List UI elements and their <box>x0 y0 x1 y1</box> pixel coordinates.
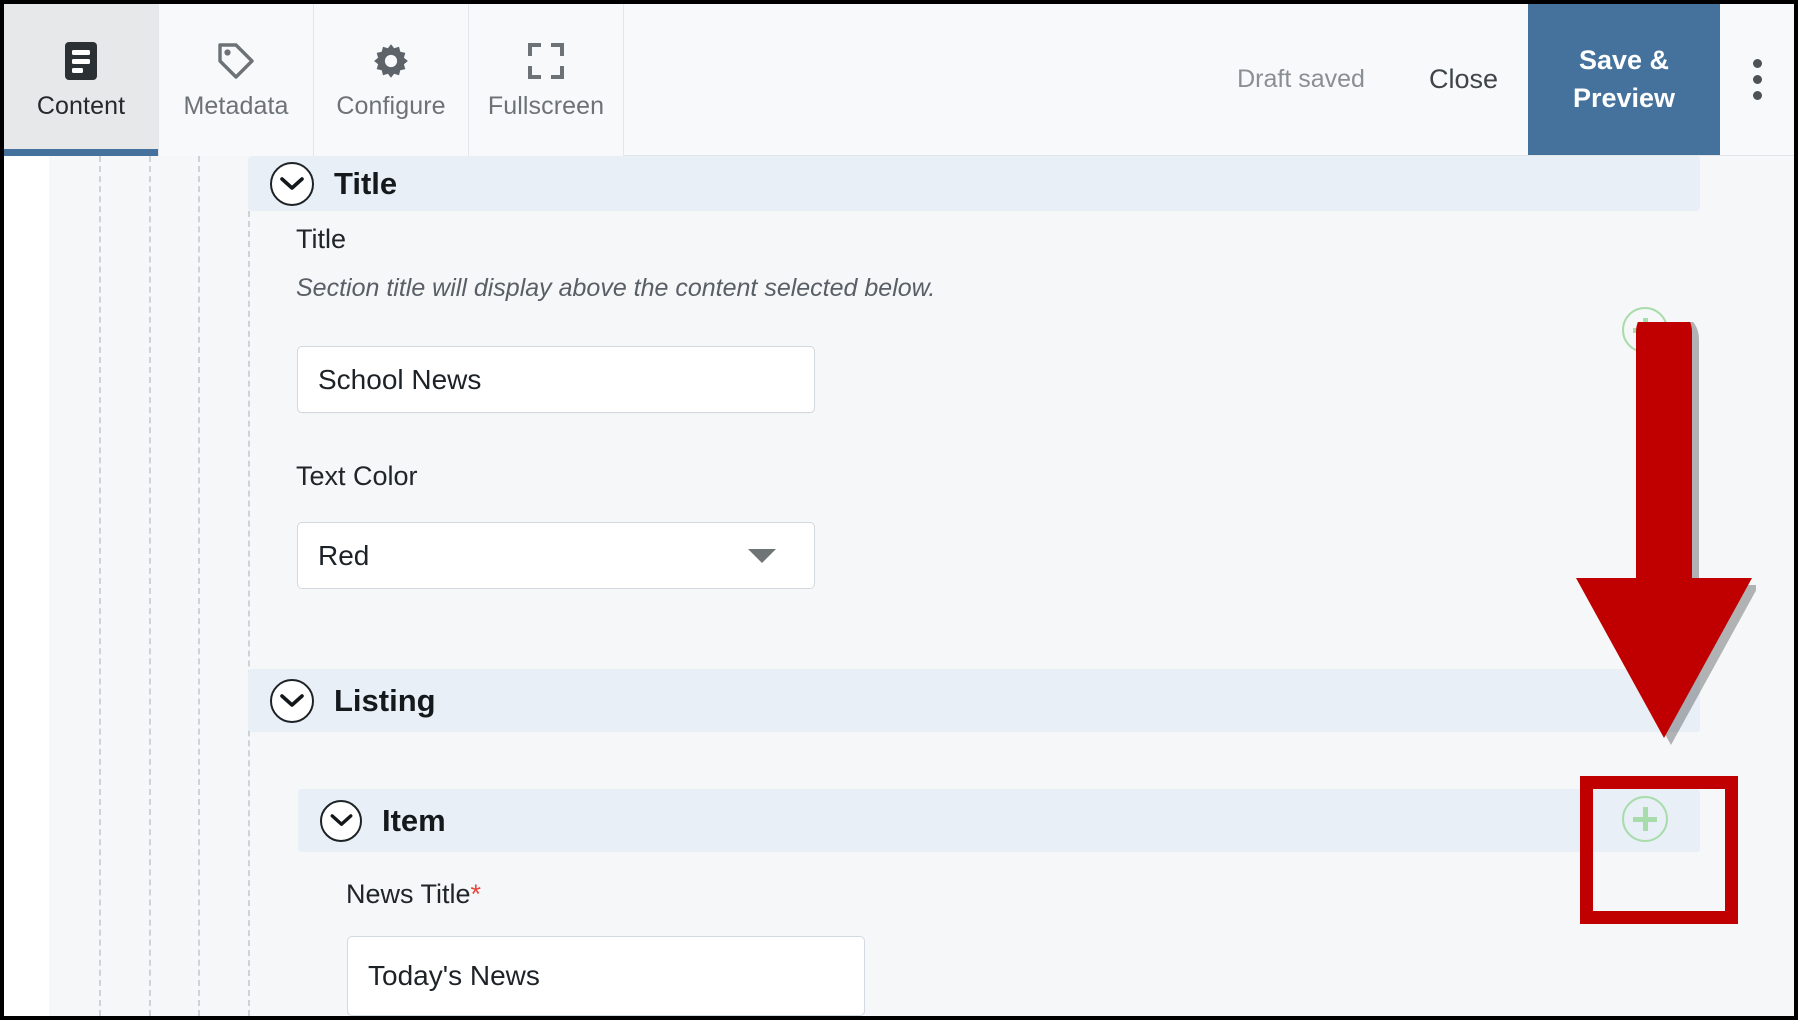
draft-status: Draft saved <box>1237 65 1365 93</box>
section-title-label: Listing <box>334 682 436 718</box>
indent-guide <box>149 156 151 1016</box>
form-canvas: Title Title Section title will display a… <box>4 156 1794 1016</box>
tab-fullscreen-label: Fullscreen <box>487 91 605 120</box>
chevron-down-icon <box>748 548 776 563</box>
news-title-label-text: News Title <box>346 879 471 909</box>
tab-configure[interactable]: Configure <box>314 4 469 156</box>
text-color-value: Red <box>318 539 370 571</box>
title-field-label: Title <box>296 224 347 254</box>
indent-guide <box>248 211 250 1016</box>
section-header-listing[interactable]: Listing <box>248 669 1700 732</box>
news-title-input[interactable]: Today's News <box>347 936 865 1016</box>
tab-content[interactable]: Content <box>4 4 159 157</box>
text-color-select[interactable]: Red <box>297 522 815 589</box>
tab-metadata-label: Metadata <box>183 91 289 120</box>
tab-metadata[interactable]: Metadata <box>159 4 314 156</box>
title-field-help: Section title will display above the con… <box>296 274 936 302</box>
document-icon <box>64 40 98 82</box>
kebab-dots <box>1752 56 1762 104</box>
fullscreen-icon <box>527 40 565 82</box>
collapse-toggle-listing[interactable] <box>270 678 314 723</box>
section-header-title[interactable]: Title <box>248 156 1700 211</box>
add-item-plus-button[interactable] <box>1622 796 1668 842</box>
collapse-toggle-item[interactable] <box>320 799 362 842</box>
required-marker: * <box>470 879 482 909</box>
section-title-label: Item <box>382 802 446 838</box>
tab-fullscreen[interactable]: Fullscreen <box>469 4 624 156</box>
editor-window: Content Metadata Configure Fullscreen Dr… <box>0 0 1798 1020</box>
save-and-preview-button[interactable]: Save & Preview <box>1528 4 1720 155</box>
close-button[interactable]: Close <box>1399 4 1528 155</box>
news-title-label: News Title* <box>346 879 481 910</box>
kebab-menu-icon[interactable] <box>1720 4 1794 155</box>
indent-guide <box>99 156 101 1016</box>
top-toolbar: Content Metadata Configure Fullscreen Dr… <box>4 4 1794 157</box>
indent-guide <box>198 156 200 1016</box>
section-title-label: Title <box>334 165 398 201</box>
title-input[interactable]: School News <box>297 346 815 413</box>
add-section-plus-button[interactable] <box>1622 307 1668 353</box>
text-color-label: Text Color <box>296 461 418 491</box>
gear-icon <box>371 40 411 82</box>
section-header-item[interactable]: Item <box>298 789 1700 852</box>
tab-configure-label: Configure <box>336 91 446 120</box>
tab-content-label: Content <box>36 91 126 120</box>
collapse-toggle-title[interactable] <box>270 161 314 206</box>
tag-icon <box>216 40 256 82</box>
